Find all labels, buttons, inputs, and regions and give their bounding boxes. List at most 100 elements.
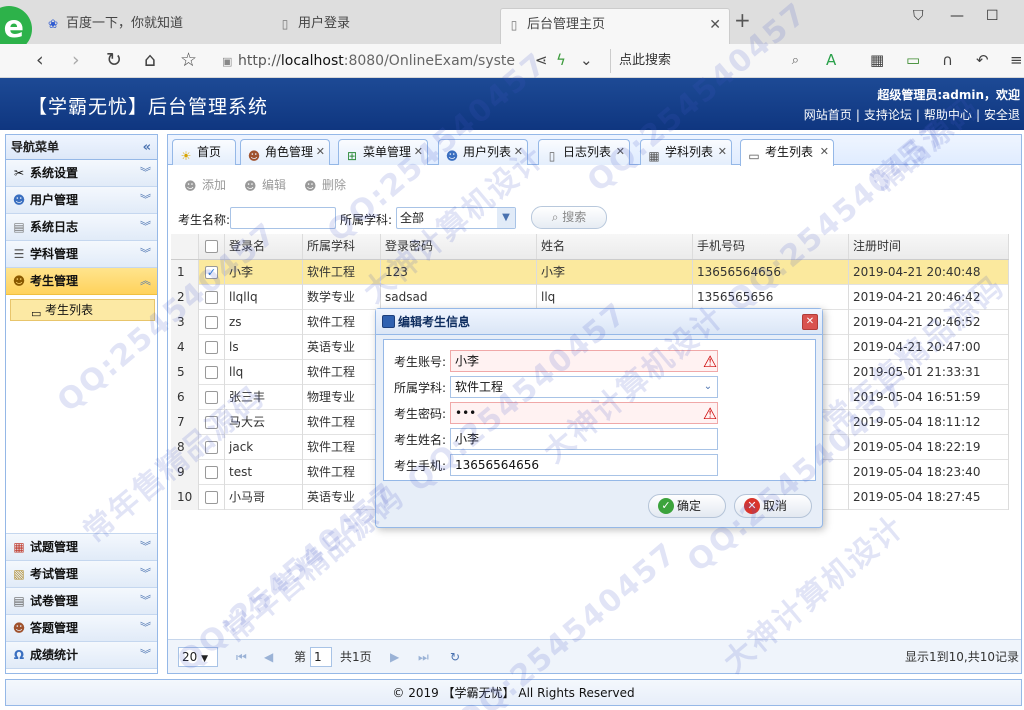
browser-tab-login[interactable]: ▯ 用户登录 [272, 8, 480, 44]
browser-tab-baidu[interactable]: ❀ 百度一下，你就知道 [40, 8, 248, 44]
page-size-select[interactable]: 20 ▼ [178, 647, 218, 667]
link-help[interactable]: 帮助中心 [924, 108, 972, 122]
checkbox[interactable] [205, 391, 218, 404]
checkbox[interactable] [205, 291, 218, 304]
tab-menu-management[interactable]: ⊞ 菜单管理 ✕ [338, 139, 428, 165]
first-page-icon[interactable]: ⏮ [236, 648, 247, 666]
checkbox[interactable] [205, 341, 218, 354]
select-all-checkbox[interactable] [199, 234, 225, 259]
maximize-icon[interactable]: ☐ [986, 8, 999, 24]
checkbox[interactable]: ✓ [205, 266, 218, 279]
cancel-button[interactable]: ✕ 取消 [734, 494, 812, 518]
header-subject[interactable]: 所属学科 [303, 234, 381, 259]
menu-group-answer-management[interactable]: ☻ 答题管理 ︾ [6, 615, 157, 642]
menu-group-question-management[interactable]: ▦ 试题管理 ︾ [6, 534, 157, 561]
dropdown-icon[interactable]: ⌄ [580, 51, 593, 69]
header-password[interactable]: 登录密码 [381, 234, 537, 259]
menu-group-user-management[interactable]: ☻ 用户管理 ︾ [6, 187, 157, 214]
menu-group-subject-management[interactable]: ☰ 学科管理 ︾ [6, 241, 157, 268]
table-row[interactable]: 2 llqllq 数学专业 sadsad llq 1356565656 2019-04-21… [171, 285, 1009, 310]
close-icon[interactable]: ✕ [514, 140, 523, 164]
account-input[interactable]: 小李 ⚠ [450, 350, 718, 372]
checkbox[interactable] [205, 416, 218, 429]
collapse-sidebar-icon[interactable]: « [143, 135, 151, 160]
header-register-time[interactable]: 注册时间 [849, 234, 1009, 259]
checkbox[interactable] [205, 366, 218, 379]
apps-grid-icon[interactable]: ▦ [870, 51, 884, 69]
close-tab-icon[interactable]: ✕ [709, 9, 721, 41]
link-logout[interactable]: 安全退 [984, 108, 1020, 122]
subject-select[interactable]: 软件工程 ⌄ [450, 376, 718, 398]
lightning-icon[interactable]: ϟ [556, 51, 566, 69]
password-input[interactable]: ••• ⚠ [450, 402, 718, 424]
checkbox[interactable] [205, 441, 218, 454]
link-forum[interactable]: 支持论坛 [864, 108, 912, 122]
checkbox[interactable] [205, 316, 218, 329]
delete-button[interactable]: ☻ 删除 [304, 176, 346, 194]
close-icon[interactable]: ✕ [820, 140, 829, 164]
menu-group-student-management[interactable]: ☻ 考生管理 ︽ [6, 268, 157, 295]
next-page-icon[interactable]: ▶ [390, 648, 399, 666]
edit-button[interactable]: ☻ 编辑 [244, 176, 286, 194]
minimize-icon[interactable]: — [950, 8, 964, 24]
last-page-icon[interactable]: ⏭ [418, 648, 429, 666]
tab-log-list[interactable]: ▯ 日志列表 ✕ [538, 139, 630, 165]
header-name[interactable]: 姓名 [537, 234, 693, 259]
row-checkbox-cell[interactable] [199, 385, 225, 410]
favorite-star-icon[interactable]: ☆ [180, 49, 197, 71]
shirt-icon[interactable]: ⛉ [913, 8, 924, 24]
phone-input[interactable]: 13656564656 [450, 454, 718, 476]
close-icon[interactable]: ✕ [616, 140, 625, 164]
row-checkbox-cell[interactable] [199, 285, 225, 310]
row-checkbox-cell[interactable] [199, 460, 225, 485]
undo-icon[interactable]: ↶ [976, 51, 989, 69]
menu-group-paper-management[interactable]: ▤ 试卷管理 ︾ [6, 588, 157, 615]
page-number-input[interactable]: 1 [310, 647, 332, 667]
header-login[interactable]: 登录名 [225, 234, 303, 259]
new-tab-icon[interactable]: + [734, 8, 751, 32]
close-icon[interactable]: ✕ [718, 140, 727, 164]
tab-subject-list[interactable]: ▦ 学科列表 ✕ [640, 139, 732, 165]
close-icon[interactable]: ✕ [802, 314, 818, 330]
browser-tab-admin[interactable]: ▯ 后台管理主页 ✕ [500, 8, 730, 44]
headphones-icon[interactable]: ∩ [942, 51, 953, 69]
row-checkbox-cell[interactable] [199, 310, 225, 335]
submenu-student-list[interactable]: ▭ 考生列表 [10, 299, 155, 321]
checkbox[interactable] [205, 466, 218, 479]
row-checkbox-cell[interactable] [199, 435, 225, 460]
link-home[interactable]: 网站首页 [804, 108, 852, 122]
home-icon[interactable]: ⌂ [144, 49, 156, 71]
menu-icon[interactable]: ≡ [1010, 51, 1023, 69]
menu-group-exam-management[interactable]: ▧ 考试管理 ︾ [6, 561, 157, 588]
subject-filter-select[interactable]: 全部 ▼ [396, 207, 516, 229]
checkbox[interactable] [205, 491, 218, 504]
close-icon[interactable]: ✕ [316, 140, 325, 164]
menu-group-system-log[interactable]: ▤ 系统日志 ︾ [6, 214, 157, 241]
forward-icon[interactable]: › [72, 49, 80, 71]
student-name-input[interactable] [230, 207, 336, 229]
prev-page-icon[interactable]: ◀ [264, 648, 273, 666]
close-icon[interactable]: ✕ [414, 140, 423, 164]
browser-search-field[interactable]: 点此搜索 ⌕ [610, 49, 805, 73]
battery-icon[interactable]: ▭ [906, 51, 920, 69]
row-checkbox-cell[interactable] [199, 360, 225, 385]
checkbox[interactable] [205, 240, 218, 253]
reload-icon[interactable]: ↻ [450, 648, 460, 666]
ok-button[interactable]: ✓ 确定 [648, 494, 726, 518]
menu-group-system-settings[interactable]: ✂ 系统设置 ︾ [6, 160, 157, 187]
row-checkbox-cell[interactable] [199, 485, 225, 510]
translate-icon[interactable]: A [826, 51, 836, 69]
search-button[interactable]: ⌕ 搜索 [531, 206, 607, 229]
share-icon[interactable]: ⋖ [535, 51, 548, 69]
row-checkbox-cell[interactable] [199, 335, 225, 360]
tab-home[interactable]: ☀ 首页 [172, 139, 236, 165]
refresh-icon[interactable]: ↻ [106, 49, 122, 71]
tab-user-list[interactable]: ☻ 用户列表 ✕ [438, 139, 528, 165]
name-input[interactable]: 小李 [450, 428, 718, 450]
table-row[interactable]: 1 ✓ 小李 软件工程 123 小李 13656564656 2019-04-21 20:40… [171, 260, 1009, 285]
menu-group-score-stats[interactable]: Ω 成绩统计 ︾ [6, 642, 157, 669]
tab-student-list[interactable]: ▭ 考生列表 ✕ [740, 139, 834, 166]
row-checkbox-cell[interactable]: ✓ [199, 260, 225, 285]
row-checkbox-cell[interactable] [199, 410, 225, 435]
header-phone[interactable]: 手机号码 [693, 234, 849, 259]
